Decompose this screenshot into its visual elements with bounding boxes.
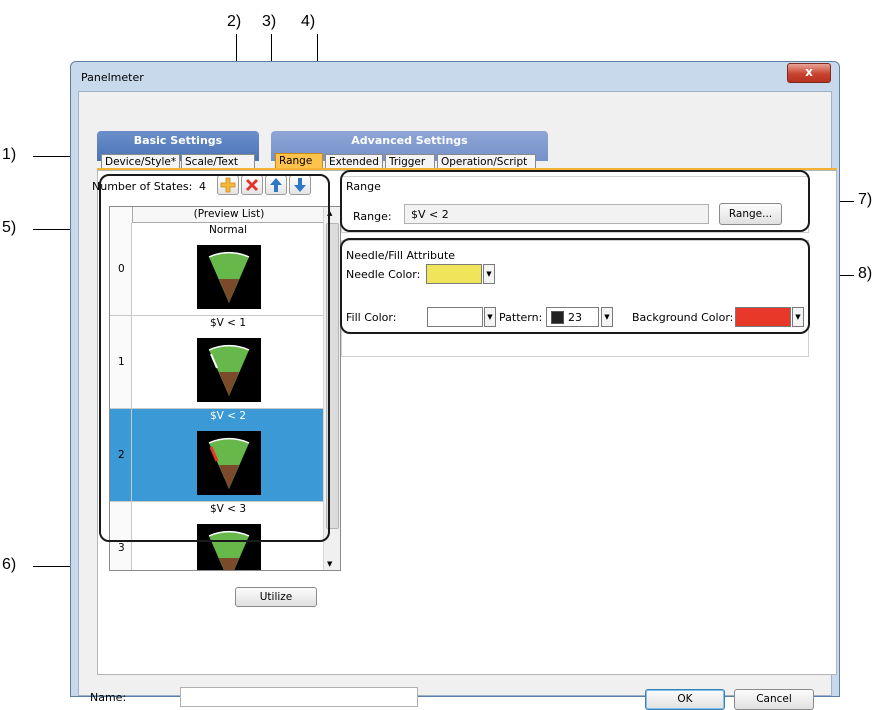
tab-operation-script[interactable]: Operation/Script <box>437 154 536 169</box>
callout-1: 1) <box>2 146 17 163</box>
highlight-range-group <box>340 170 810 232</box>
advanced-settings-label: Advanced Settings <box>351 134 468 147</box>
utilize-button[interactable]: Utilize <box>235 587 317 607</box>
highlight-needle-fill-group <box>340 238 810 334</box>
callout-6: 6) <box>2 556 17 573</box>
ok-button[interactable]: OK <box>645 689 725 710</box>
tab-device-style[interactable]: Device/Style* <box>101 154 180 169</box>
window-title: Panelmeter <box>81 71 144 84</box>
highlight-preview-list <box>99 174 330 542</box>
tab-extended[interactable]: Extended <box>325 154 383 169</box>
callout-7: 7) <box>858 191 873 208</box>
close-icon: x <box>805 65 813 79</box>
tab-trigger[interactable]: Trigger <box>385 154 435 169</box>
basic-settings-label: Basic Settings <box>133 134 223 147</box>
cancel-button[interactable]: Cancel <box>734 689 814 710</box>
name-field[interactable] <box>180 687 418 707</box>
callout-4: 4) <box>301 13 316 30</box>
title-bar[interactable]: Panelmeter x <box>71 62 839 90</box>
callout-8: 8) <box>858 265 873 282</box>
callout-2: 2) <box>227 13 242 30</box>
scroll-down-icon[interactable]: ▼ <box>327 560 332 568</box>
name-label: Name: <box>90 691 127 704</box>
callout-5: 5) <box>2 219 17 236</box>
callout-3: 3) <box>262 13 277 30</box>
tab-scale-text[interactable]: Scale/Text <box>181 154 255 169</box>
close-button[interactable]: x <box>787 63 831 83</box>
